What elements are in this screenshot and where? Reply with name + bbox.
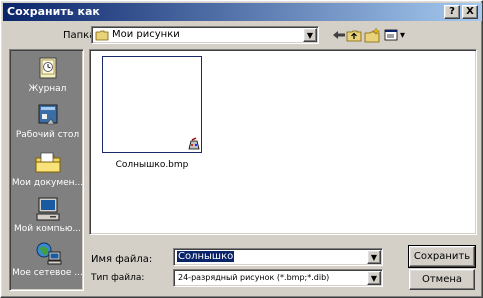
filename-label: Имя файла:	[91, 254, 153, 265]
my-computer-icon	[36, 197, 60, 221]
save-button[interactable]: Сохранить	[408, 245, 476, 268]
place-my-computer[interactable]: Мой компью...	[10, 194, 85, 242]
desktop-icon	[38, 104, 58, 125]
filename-input[interactable]: Солнышко ▼	[173, 248, 383, 266]
location-dropdown-arrow[interactable]: ▼	[303, 28, 317, 42]
place-label: Мое сетевое ...	[12, 268, 83, 278]
filetype-label: Тип файла:	[91, 273, 145, 283]
filetype-value: 24-разрядный рисунок (*.bmp;*.dib)	[178, 273, 330, 282]
location-combo[interactable]: Мои рисунки ▼	[91, 26, 319, 44]
history-icon	[39, 57, 57, 79]
paint-bitmap-icon	[188, 137, 200, 150]
cancel-button[interactable]: Отмена	[409, 269, 475, 290]
filename-value[interactable]: Солнышко	[177, 251, 235, 262]
file-name: Солнышко.bmp	[115, 160, 189, 170]
window-title: Сохранить как	[7, 5, 100, 18]
view-menu-icon[interactable]	[384, 27, 400, 43]
place-label: Журнал	[28, 84, 67, 94]
close-button[interactable]: X	[462, 5, 478, 19]
place-history[interactable]: Журнал	[10, 54, 85, 102]
file-thumbnail[interactable]	[102, 56, 202, 153]
network-places-icon	[36, 242, 62, 265]
location-value: Мои рисунки	[112, 29, 180, 40]
folder-icon	[95, 30, 109, 41]
up-folder-icon[interactable]	[346, 27, 362, 43]
help-button[interactable]: ?	[444, 5, 460, 19]
back-arrow-icon[interactable]	[331, 27, 347, 43]
filetype-dropdown-arrow[interactable]: ▼	[367, 271, 381, 285]
filetype-select[interactable]: 24-разрядный рисунок (*.bmp;*.dib) ▼	[173, 269, 383, 287]
place-label: Мои докумен...	[11, 178, 84, 188]
new-folder-icon[interactable]	[364, 27, 380, 43]
place-label: Рабочий стол	[15, 130, 80, 140]
place-label: Мой компью...	[13, 224, 82, 234]
save-as-dialog: Сохранить как ? X Папка: Мои рисунки ▼ ▾	[0, 0, 483, 298]
place-my-documents[interactable]: Мои докумен...	[10, 148, 85, 196]
places-bar: Журнал Рабочий стол Мои докумен... Мой к…	[9, 49, 84, 291]
view-menu-arrow[interactable]: ▾	[400, 30, 405, 41]
place-desktop[interactable]: Рабочий стол	[10, 100, 85, 148]
title-bar[interactable]: Сохранить как ? X	[3, 3, 482, 21]
my-documents-icon	[35, 152, 61, 173]
filename-dropdown-arrow[interactable]: ▼	[367, 250, 381, 264]
place-network[interactable]: Мое сетевое ...	[10, 238, 85, 286]
file-list[interactable]: Солнышко.bmp	[89, 49, 477, 235]
